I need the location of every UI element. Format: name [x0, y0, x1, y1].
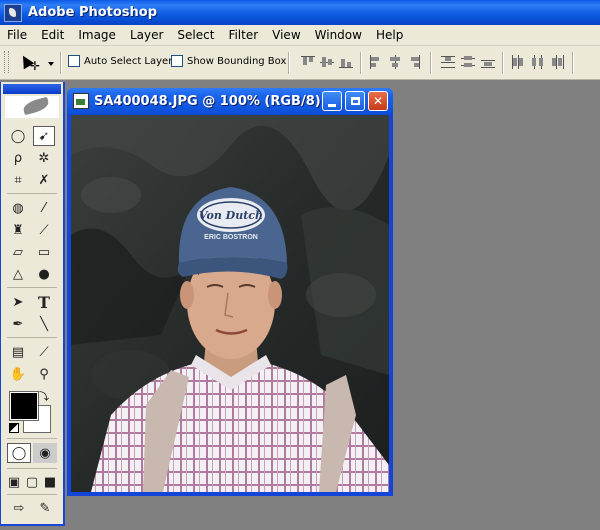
brush-tool-icon[interactable]: ⁄: [33, 198, 55, 218]
options-grip[interactable]: [4, 51, 9, 73]
app-titlebar: Adobe Photoshop: [0, 0, 600, 25]
full-screen-menu-mode-icon[interactable]: ▢: [23, 472, 41, 492]
options-divider: [502, 52, 504, 74]
zoom-tool-icon[interactable]: ⚲: [33, 364, 55, 384]
healing-brush-tool-icon[interactable]: ◍: [7, 198, 29, 218]
align-left-edges-icon[interactable]: [368, 54, 384, 70]
quick-mask-mode-icon[interactable]: ◉: [33, 443, 57, 463]
options-bar: ✛ Auto Select Layer Show Bounding Box: [0, 46, 600, 80]
toolbox-divider: [7, 193, 57, 194]
menu-window[interactable]: Window: [310, 28, 367, 42]
align-top-edges-icon[interactable]: [300, 54, 316, 70]
align-horizontal-centers-icon[interactable]: [387, 54, 403, 70]
clone-stamp-tool-icon[interactable]: ♜: [7, 220, 29, 240]
tool-preset-picker[interactable]: ✛: [17, 52, 54, 73]
photo-image: Von Dutch ERIC BOSTRON: [71, 115, 389, 492]
move-tool-icon[interactable]: ➹: [33, 126, 55, 146]
menu-filter[interactable]: Filter: [223, 28, 263, 42]
history-brush-tool-icon[interactable]: ⟋: [33, 220, 55, 240]
menu-layer[interactable]: Layer: [125, 28, 168, 42]
default-colors-icon[interactable]: [9, 423, 19, 433]
minimize-button[interactable]: [322, 91, 342, 111]
lasso-tool-icon[interactable]: ρ: [7, 148, 29, 168]
magic-wand-tool-icon[interactable]: ✲: [33, 148, 55, 168]
toolbox-divider: [7, 468, 57, 469]
menu-select[interactable]: Select: [172, 28, 219, 42]
app-title: Adobe Photoshop: [28, 5, 158, 20]
image-canvas[interactable]: Von Dutch ERIC BOSTRON: [71, 115, 389, 492]
close-button[interactable]: ✕: [368, 91, 388, 111]
slice-tool-icon[interactable]: ✗: [33, 170, 55, 190]
crop-tool-icon[interactable]: ⌗: [7, 170, 29, 190]
document-titlebar[interactable]: SA400048.JPG @ 100% (RGB/8) ✕: [67, 88, 393, 114]
options-divider: [360, 52, 362, 74]
toolbox-divider: [7, 337, 57, 338]
menu-help[interactable]: Help: [371, 28, 408, 42]
cap-sub-text: ERIC BOSTRON: [204, 234, 258, 241]
options-divider: [60, 52, 62, 74]
distribute-horizontal-centers-icon[interactable]: [530, 54, 546, 70]
align-vertical-centers-icon[interactable]: [319, 54, 335, 70]
menu-edit[interactable]: Edit: [36, 28, 69, 42]
auto-select-layer-label: Auto Select Layer: [84, 55, 173, 67]
toolbox-divider: [7, 438, 57, 439]
path-selection-tool-icon[interactable]: ➤: [7, 292, 29, 312]
gradient-tool-icon[interactable]: ▭: [33, 242, 55, 262]
toolbox-divider: [7, 494, 57, 495]
foreground-color-swatch[interactable]: [9, 391, 39, 421]
toolbox-panel: ◯ ➹ ρ ✲ ⌗ ✗ ◍ ⁄ ♜ ⟋ ▱ ▭ △ ● ➤ T ✒ ╲ ▤ ⟋ …: [0, 82, 65, 526]
menu-bar: File Edit Image Layer Select Filter View…: [0, 25, 600, 46]
pen-tool-icon[interactable]: ✒: [7, 314, 29, 334]
eyedropper-tool-icon[interactable]: ⟋: [33, 342, 55, 362]
hand-tool-icon[interactable]: ✋: [7, 364, 29, 384]
notes-tool-icon[interactable]: ▤: [7, 342, 29, 362]
standard-mode-icon[interactable]: ◯: [7, 443, 31, 463]
dodge-tool-icon[interactable]: ●: [33, 264, 55, 284]
close-icon: ✕: [372, 94, 384, 108]
auto-select-layer-option[interactable]: Auto Select Layer: [68, 55, 172, 67]
toolbox-divider: [7, 287, 57, 288]
show-bounding-box-option[interactable]: Show Bounding Box: [171, 55, 286, 67]
distribute-bottom-icon[interactable]: [480, 54, 496, 70]
distribute-top-icon[interactable]: [440, 54, 456, 70]
options-divider: [288, 52, 290, 74]
menu-image[interactable]: Image: [73, 28, 121, 42]
blur-tool-icon[interactable]: △: [7, 264, 29, 284]
maximize-icon: [350, 97, 360, 105]
minimize-icon: [328, 103, 336, 107]
auto-select-layer-checkbox[interactable]: [68, 55, 80, 67]
distribute-right-icon[interactable]: [550, 54, 566, 70]
line-tool-icon[interactable]: ╲: [33, 314, 55, 334]
align-bottom-edges-icon[interactable]: [338, 54, 354, 70]
align-right-edges-icon[interactable]: [406, 54, 422, 70]
standard-screen-mode-icon[interactable]: ▣: [5, 472, 23, 492]
show-bounding-box-checkbox[interactable]: [171, 55, 183, 67]
marquee-tool-icon[interactable]: ◯: [7, 126, 29, 146]
menu-file[interactable]: File: [2, 28, 32, 42]
jump-to-imageready-icon[interactable]: ⇨: [7, 498, 31, 518]
full-screen-mode-icon[interactable]: ■: [41, 472, 59, 492]
move-cross-icon: ✛: [30, 59, 41, 73]
options-divider: [572, 52, 574, 74]
document-title: SA400048.JPG @ 100% (RGB/8): [94, 93, 321, 109]
eraser-tool-icon[interactable]: ▱: [7, 242, 29, 262]
show-bounding-box-label: Show Bounding Box: [187, 55, 287, 67]
photoshop-app-icon: [4, 3, 22, 22]
type-tool-icon[interactable]: T: [33, 292, 55, 312]
cap-logo-text: Von Dutch: [199, 209, 263, 222]
options-divider: [430, 52, 432, 74]
toolbox-header[interactable]: [3, 84, 61, 94]
distribute-vertical-centers-icon[interactable]: [460, 54, 476, 70]
image-file-icon: [73, 93, 89, 109]
photoshop-feather-logo[interactable]: [5, 96, 59, 118]
document-window: SA400048.JPG @ 100% (RGB/8) ✕ Von Dutch …: [67, 88, 393, 496]
menu-view[interactable]: View: [267, 28, 305, 42]
distribute-left-icon[interactable]: [510, 54, 526, 70]
edit-in-imageready-icon[interactable]: ✎: [33, 498, 57, 518]
maximize-button[interactable]: [345, 91, 365, 111]
swap-colors-icon[interactable]: ⤵: [39, 388, 49, 403]
chevron-down-icon: [48, 62, 54, 66]
